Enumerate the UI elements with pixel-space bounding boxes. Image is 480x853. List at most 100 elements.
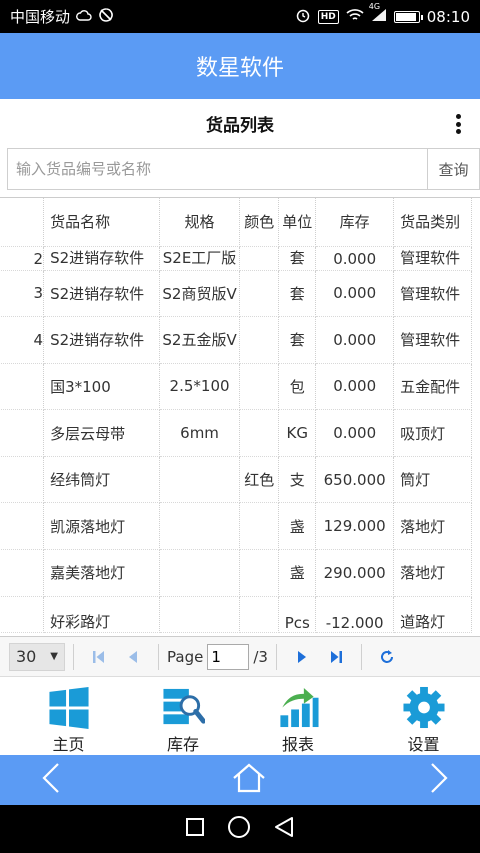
next-page-button[interactable] (291, 646, 313, 668)
wifi-icon (346, 8, 364, 26)
nav-item-label: 设置 (407, 735, 440, 754)
category-cell: 筒灯 (393, 456, 472, 504)
previous-page-button[interactable] (122, 646, 144, 668)
unit-cell: 盏 (278, 549, 317, 597)
category-cell: 管理软件 (393, 246, 472, 271)
table-row[interactable]: 2 S2进销存软件 S2E工厂版 套 0.000 管理软件 (0, 246, 472, 271)
page-label: Page (167, 647, 204, 666)
color-cell: 红色 (239, 456, 280, 504)
pager-divider (275, 643, 277, 670)
unit-cell: 包 (278, 363, 317, 411)
nav-item-inventory[interactable]: 库存 (137, 678, 229, 755)
color-cell (239, 502, 280, 551)
column-header-spec[interactable]: 规格 (159, 198, 241, 247)
table-row[interactable]: 凯源落地灯 盏 129.000 落地灯 (0, 502, 472, 551)
spec-cell: S2E工厂版 (159, 246, 241, 271)
spec-cell (159, 502, 241, 551)
table-row[interactable]: 4 S2进销存软件 S2五金版V 套 0.000 管理软件 (0, 316, 472, 364)
category-cell: 道路灯 (393, 596, 472, 633)
nav-item-reports[interactable]: 报表 (229, 678, 367, 755)
stock-cell: 0.000 (315, 270, 395, 318)
chevron-right-icon (431, 763, 448, 793)
search-bar: 查询 (7, 148, 480, 190)
recent-apps-button[interactable] (185, 817, 205, 841)
system-home-button[interactable] (227, 815, 251, 843)
alarm-icon (295, 7, 311, 27)
battery-fill (395, 12, 417, 21)
system-back-button[interactable] (273, 816, 295, 842)
category-cell: 管理软件 (393, 316, 472, 364)
pager-divider (73, 643, 74, 670)
refresh-icon (380, 649, 393, 663)
column-header-unit[interactable]: 单位 (278, 198, 317, 247)
page-size-select[interactable]: 30 ▼ (9, 642, 65, 671)
table-row[interactable]: 好彩路灯 Pcs -12.000 道路灯 (0, 596, 472, 633)
stock-cell: 0.000 (315, 316, 395, 364)
unit-cell: 盏 (278, 502, 317, 551)
bar-chart-arrow-icon (280, 687, 319, 728)
last-page-button[interactable] (325, 646, 347, 668)
column-header-id[interactable] (0, 198, 45, 247)
gear-icon (402, 686, 445, 729)
spec-cell (159, 596, 241, 633)
spec-cell (159, 549, 241, 597)
search-button[interactable]: 查询 (427, 149, 479, 189)
back-button[interactable] (40, 762, 64, 798)
category-cell: 落地灯 (393, 502, 472, 551)
page-title-row: 货品列表 (0, 99, 480, 147)
search-input[interactable] (8, 149, 427, 189)
category-cell: 吸顶灯 (393, 409, 472, 457)
row-id-cell: 3 (0, 270, 45, 318)
product-name-cell: 嘉美落地灯 (43, 549, 161, 597)
row-id-cell (0, 456, 45, 504)
column-header-category[interactable]: 货品类别 (393, 198, 472, 247)
spec-cell: S2商贸版V (159, 270, 241, 318)
forward-button[interactable] (426, 762, 450, 798)
table-row[interactable]: 经纬筒灯 红色支 650.000 筒灯 (0, 456, 472, 504)
nav-item-label: 主页 (52, 735, 85, 754)
app-title: 数星软件 (195, 56, 284, 81)
more-vert-icon (455, 114, 461, 119)
first-page-button[interactable] (88, 646, 110, 668)
product-name-cell: 国3*100 (43, 363, 161, 411)
table-row[interactable]: 3 S2进销存软件 S2商贸版V 套 0.000 管理软件 (0, 270, 472, 318)
column-header-color[interactable]: 颜色 (239, 198, 280, 247)
color-cell (239, 363, 280, 411)
goods-table[interactable]: 货品名称 规格 颜色 单位 库存 货品类别 2 S2进销存软件 S2E工厂版套 0.0… (0, 197, 480, 637)
carrier-label: 中国移动 (10, 8, 71, 26)
spec-cell (159, 456, 241, 504)
product-name-cell: S2进销存软件 (43, 316, 161, 364)
home-icon (233, 763, 265, 793)
refresh-button[interactable] (376, 646, 398, 668)
category-cell: 管理软件 (393, 270, 472, 318)
row-id-cell (0, 549, 45, 597)
table-row[interactable]: 国3*100 2.5*100 包 0.000 五金配件 (0, 363, 472, 411)
last-page-icon (330, 650, 342, 663)
column-header-name[interactable]: 货品名称 (43, 198, 161, 247)
cellular-signal-icon: 4G (369, 2, 387, 26)
server-search-icon (163, 688, 205, 725)
pager: 30 ▼ Page /3 (0, 637, 480, 677)
pager-divider (360, 643, 362, 670)
app-screen: 中国移动 HD 4G 08:10 数星软件 货品列表 输入货品编号或名称 查询 … (0, 0, 480, 853)
table-row[interactable]: 多层云母带 6mm KG 0.000 吸顶灯 (0, 409, 472, 457)
stock-cell: -12.000 (315, 596, 395, 633)
stock-cell: 0.000 (315, 246, 395, 271)
row-id-cell (0, 502, 45, 551)
page-size-value: 30 (16, 647, 37, 666)
nav-item-home[interactable]: 主页 (0, 678, 137, 755)
home-button[interactable] (231, 762, 267, 798)
dropdown-caret-icon: ▼ (50, 651, 58, 662)
windows-tiles-icon (48, 686, 89, 729)
nav-item-label: 库存 (166, 735, 199, 754)
column-header-stock[interactable]: 库存 (315, 198, 395, 247)
stock-cell: 0.000 (315, 409, 395, 457)
page-number-input[interactable] (207, 643, 250, 670)
nav-item-settings[interactable]: 设置 (367, 678, 480, 755)
app-header: 数星软件 (0, 33, 480, 99)
unit-cell: Pcs (278, 596, 317, 633)
table-row[interactable]: 嘉美落地灯 盏 290.000 落地灯 (0, 549, 472, 597)
unit-cell: 套 (278, 246, 317, 271)
color-cell (239, 549, 280, 597)
more-menu-button[interactable] (450, 111, 466, 137)
